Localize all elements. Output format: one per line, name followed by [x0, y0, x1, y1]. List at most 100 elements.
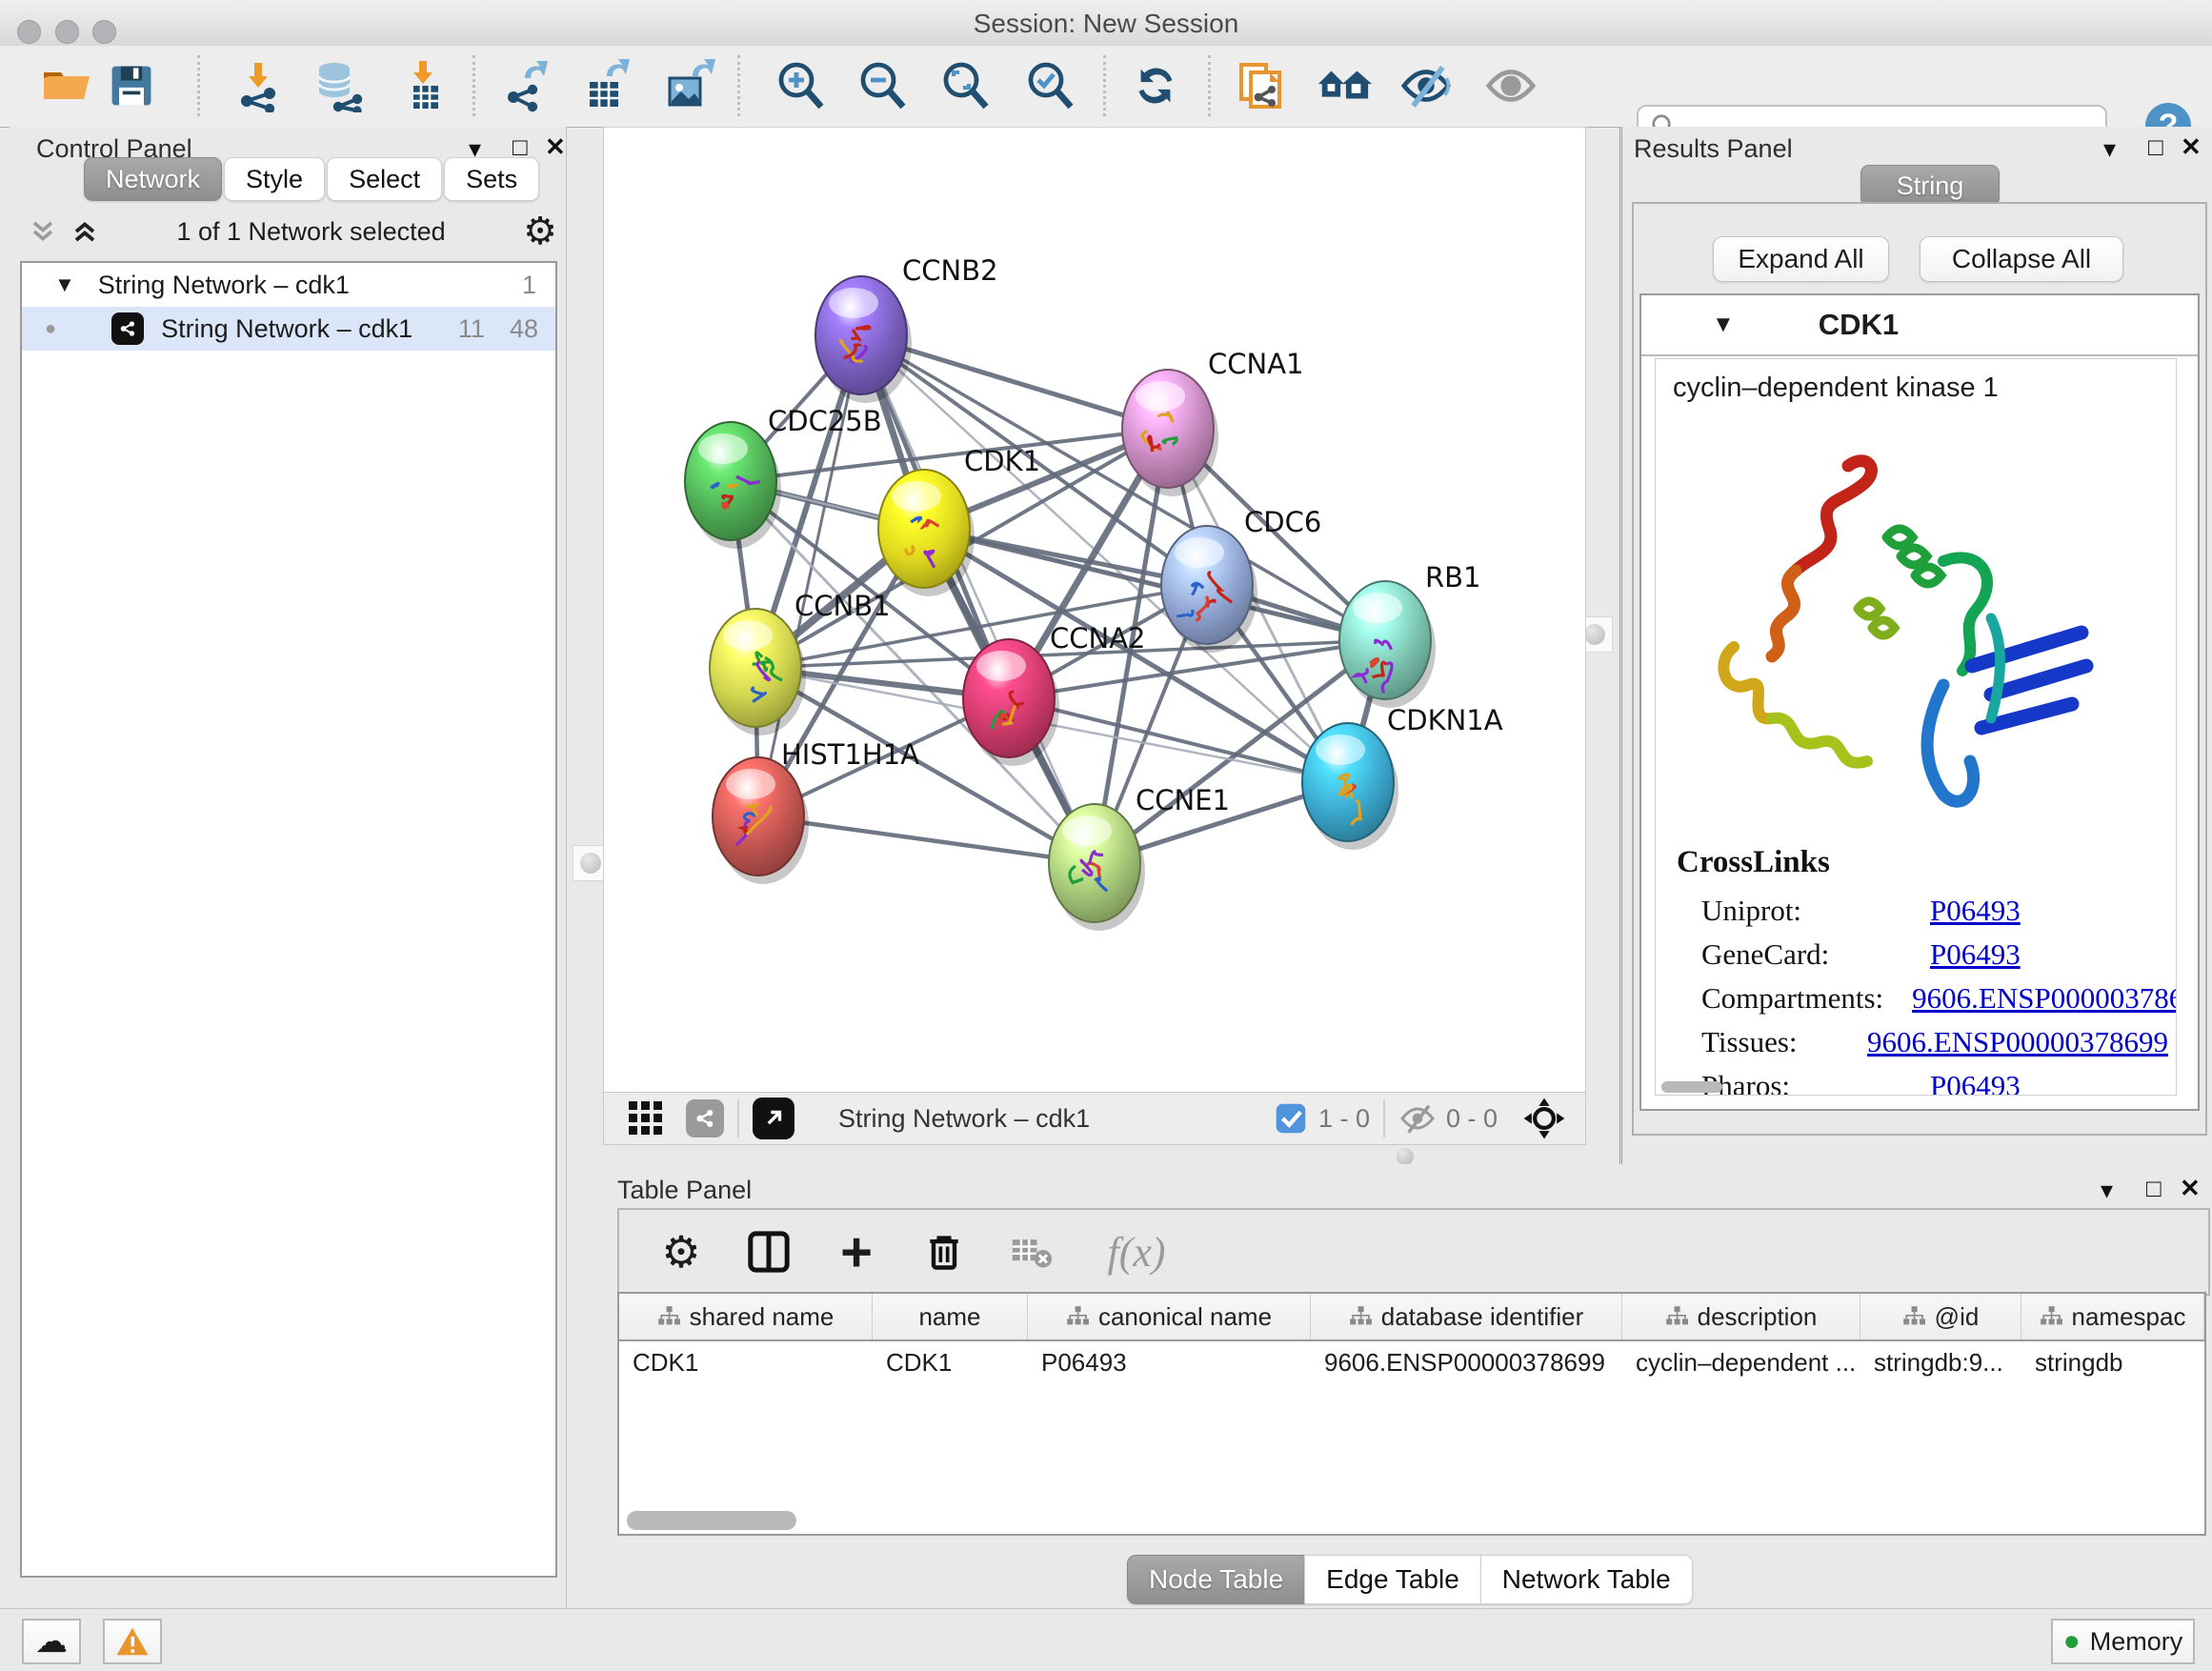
node-CCNB2[interactable]: CCNB2	[815, 254, 998, 403]
column-header-canonical-name[interactable]: canonical name	[1028, 1294, 1311, 1339]
open-session-button[interactable]	[38, 57, 95, 114]
node-CDC25B[interactable]: CDC25B	[685, 405, 882, 549]
delete-column-trash-icon[interactable]	[918, 1226, 970, 1278]
column-header-description[interactable]: description	[1622, 1294, 1860, 1339]
detach-view-button[interactable]	[753, 1097, 794, 1139]
tab-node-table[interactable]: Node Table	[1127, 1555, 1304, 1604]
table-panel-close-icon[interactable]: ✕	[2180, 1174, 2201, 1203]
horizontal-splitter-handle[interactable]	[1397, 1148, 1414, 1165]
toolbar-separator	[473, 55, 475, 116]
crosslink-value-link[interactable]: 9606.ENSP00000378699	[1867, 1025, 2168, 1059]
column-header-namespac[interactable]: namespac	[2021, 1294, 2204, 1339]
tab-edge-table[interactable]: Edge Table	[1304, 1555, 1480, 1604]
node-CDKN1A[interactable]: CDKN1A	[1302, 704, 1503, 850]
export-network-button[interactable]	[496, 57, 553, 114]
table-cell[interactable]: cyclin–dependent ...	[1622, 1341, 1860, 1383]
table-hscroll-thumb[interactable]	[627, 1511, 796, 1530]
collapse-all-button[interactable]: Collapse All	[1920, 236, 2123, 282]
gene-card-hscroll-thumb[interactable]	[1661, 1081, 1722, 1093]
collapse-all-chevron-icon[interactable]	[70, 217, 99, 246]
column-header-database-identifier[interactable]: database identifier	[1311, 1294, 1622, 1339]
column-header-shared-name[interactable]: shared name	[619, 1294, 873, 1339]
add-column-plus-icon[interactable]: +	[831, 1226, 882, 1278]
network-view-share-icon[interactable]	[686, 1099, 724, 1137]
string-home-button[interactable]	[1316, 57, 1373, 114]
crosslink-value-link[interactable]: P06493	[1930, 894, 2021, 928]
table-panel-float-icon[interactable]: ▾	[2101, 1176, 2113, 1205]
birds-eye-view-icon[interactable]	[1522, 1097, 1566, 1140]
network-options-gear-icon[interactable]: ⚙	[523, 217, 557, 246]
expand-all-button[interactable]: Expand All	[1713, 236, 1889, 282]
results-panel-float-icon[interactable]: ▾	[2103, 134, 2116, 164]
gene-card-header[interactable]: ▼ CDK1	[1641, 295, 2198, 356]
table-cell[interactable]: P06493	[1028, 1341, 1311, 1383]
column-header--id[interactable]: @id	[1860, 1294, 2021, 1339]
node-HIST1H1A[interactable]: HIST1H1A	[713, 738, 919, 884]
table-panel-maximize-icon[interactable]: □	[2146, 1174, 2162, 1203]
tab-network-table[interactable]: Network Table	[1480, 1555, 1693, 1604]
network-row[interactable]: ● String Network – cdk1 11 48	[22, 307, 555, 351]
memory-status-button[interactable]: ● Memory	[2051, 1619, 2195, 1664]
column-type-icon	[657, 1305, 680, 1328]
tab-select[interactable]: Select	[327, 157, 442, 201]
zoom-out-button[interactable]	[854, 57, 911, 114]
toolbar-separator	[1208, 55, 1211, 116]
expand-all-chevron-icon[interactable]	[29, 217, 57, 246]
table-cell[interactable]: CDK1	[873, 1341, 1028, 1383]
table-cell[interactable]: CDK1	[619, 1341, 873, 1383]
crosslink-value-link[interactable]: 9606.ENSP00000378699	[1912, 981, 2177, 1016]
export-table-button[interactable]	[578, 57, 635, 114]
import-network-database-button[interactable]	[310, 57, 367, 114]
cloud-status-button[interactable]: ☁	[22, 1619, 81, 1664]
string-copy-network-button[interactable]	[1232, 57, 1289, 114]
zoom-in-button[interactable]	[772, 57, 829, 114]
edge-CCNB2-CCNE1[interactable]	[861, 335, 1095, 863]
show-columns-icon[interactable]	[743, 1226, 794, 1278]
node-CCNA2[interactable]: CCNA2	[963, 622, 1145, 766]
delete-table-icon[interactable]	[1006, 1226, 1057, 1278]
table-cell[interactable]: stringdb:9...	[1860, 1341, 2021, 1383]
crosslink-value-link[interactable]: P06493	[1930, 937, 2021, 972]
grid-view-icon[interactable]	[627, 1099, 665, 1137]
table-cell[interactable]: 9606.ENSP00000378699	[1311, 1341, 1622, 1383]
show-eye-button[interactable]	[1482, 57, 1539, 114]
collection-name: String Network – cdk1	[98, 271, 350, 300]
zoom-selected-button[interactable]	[1021, 57, 1078, 114]
tab-string[interactable]: String	[1860, 165, 2000, 207]
network-canvas[interactable]: CCNB2CCNA1CDC25BCDK1CDC6RB1CCNB1CCNA2CDK…	[603, 127, 1586, 1094]
tab-network[interactable]: Network	[84, 157, 222, 201]
table-cell[interactable]: stringdb	[2021, 1341, 2204, 1383]
node-CCNE1[interactable]: CCNE1	[1049, 784, 1230, 931]
node-table[interactable]: shared namenamecanonical namedatabase id…	[617, 1292, 2206, 1536]
string-hide-glass-button[interactable]	[1398, 57, 1455, 114]
node-RB1[interactable]: RB1	[1339, 561, 1481, 708]
results-panel-maximize-icon[interactable]: □	[2148, 132, 2163, 162]
table-row[interactable]: CDK1CDK1P064939606.ENSP00000378699cyclin…	[619, 1341, 2204, 1383]
crosslink-value-link[interactable]: P06493	[1930, 1069, 2021, 1096]
network-collection-row[interactable]: ▼ String Network – cdk1 1	[22, 263, 555, 307]
save-session-button[interactable]	[103, 57, 160, 114]
control-panel-close-icon[interactable]: ✕	[545, 132, 566, 162]
column-header-name[interactable]: name	[873, 1294, 1028, 1339]
node-label-CCNB1: CCNB1	[794, 590, 891, 622]
import-table-file-button[interactable]	[394, 57, 452, 114]
results-panel-close-icon[interactable]: ✕	[2181, 132, 2202, 162]
apply-layout-button[interactable]	[1127, 57, 1184, 114]
memory-status-dot-icon: ●	[2063, 1625, 2081, 1658]
network-graph[interactable]: CCNB2CCNA1CDC25BCDK1CDC6RB1CCNB1CCNA2CDK…	[604, 128, 1585, 1093]
table-settings-gear-icon[interactable]: ⚙	[655, 1226, 707, 1278]
zoom-fit-button[interactable]	[936, 57, 994, 114]
gene-collapse-triangle-icon[interactable]: ▼	[1712, 312, 1735, 338]
import-network-file-button[interactable]	[230, 57, 287, 114]
selected-checkbox-icon[interactable]	[1275, 1102, 1307, 1135]
tab-sets[interactable]: Sets	[444, 157, 539, 201]
tab-style[interactable]: Style	[224, 157, 325, 201]
network-selected-status: 1 of 1 Network selected	[99, 217, 523, 247]
warnings-button[interactable]	[103, 1619, 162, 1664]
node-CDC6[interactable]: CDC6	[1161, 506, 1321, 653]
save-floppy-icon	[107, 61, 156, 111]
hidden-eye-slash-icon[interactable]	[1398, 1099, 1437, 1137]
collection-expand-triangle-icon[interactable]: ▼	[54, 272, 75, 297]
export-image-button[interactable]	[660, 57, 717, 114]
function-builder-icon[interactable]: f(x)	[1094, 1226, 1179, 1278]
